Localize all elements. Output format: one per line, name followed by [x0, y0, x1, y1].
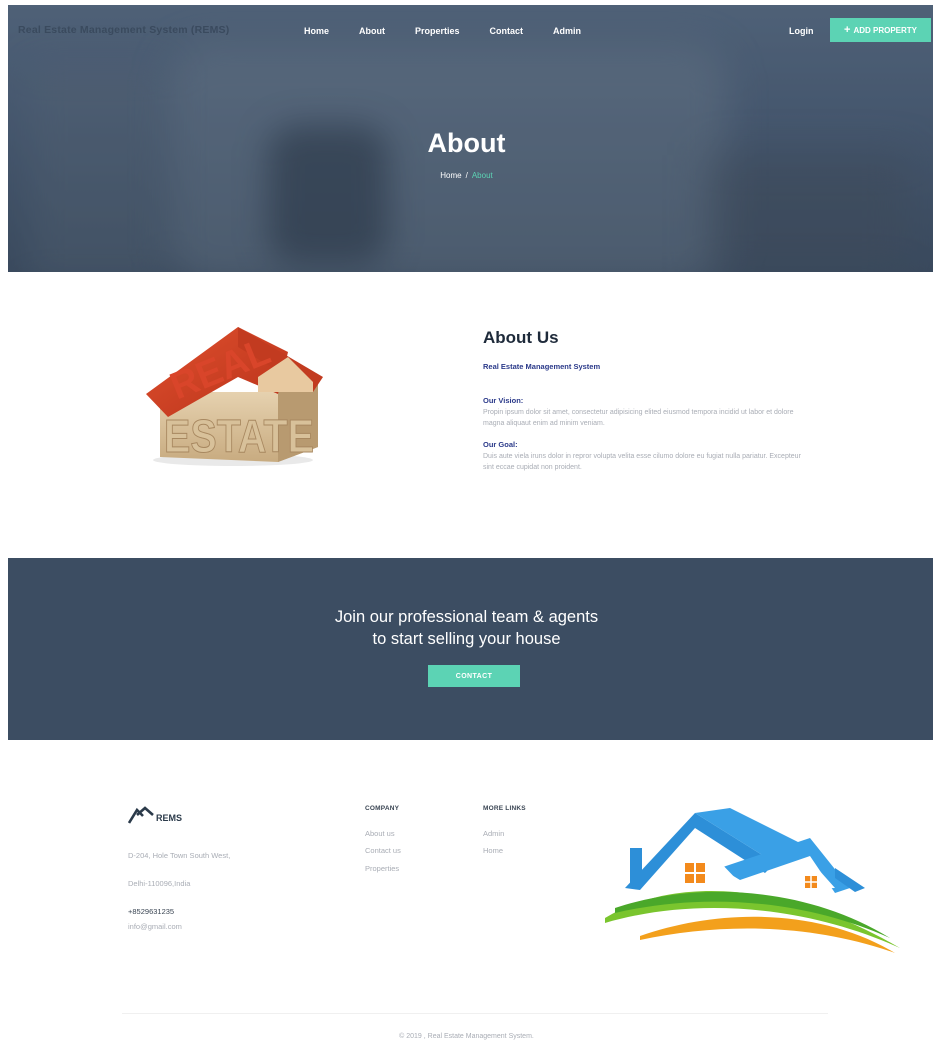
phone-number: +8529631235: [128, 907, 175, 916]
footer-link-home[interactable]: Home: [483, 846, 503, 855]
house-logo-image: [605, 808, 900, 953]
footer-divider: [122, 1013, 828, 1014]
roof-logo-icon: [128, 806, 154, 824]
top-navbar: Real Estate Management System (REMS) Hom…: [8, 5, 933, 57]
breadcrumb-current: About: [471, 171, 493, 180]
goal-label: Our Goal:: [483, 440, 518, 449]
contact-button[interactable]: CONTACT: [428, 665, 520, 687]
vision-label: Our Vision:: [483, 396, 524, 405]
page-title: About: [427, 128, 506, 158]
add-property-button[interactable]: + ADD PROPERTY: [830, 18, 931, 42]
nav-link-home[interactable]: Home: [304, 26, 329, 36]
nav-link-about[interactable]: About: [359, 26, 385, 36]
real-estate-image: REAL ESTATE: [146, 327, 323, 466]
copyright-text: © 2019 , Real Estate Management System.: [399, 1033, 534, 1040]
footer-link-properties[interactable]: Properties: [365, 864, 399, 873]
nav-link-properties[interactable]: Properties: [415, 26, 460, 36]
add-property-label: ADD PROPERTY: [853, 25, 917, 35]
login-link[interactable]: Login: [789, 26, 814, 36]
footer-logo[interactable]: REMS: [128, 806, 182, 824]
estate-text: ESTATE: [164, 410, 314, 462]
cta-line-1: Join our professional team & agents: [334, 608, 599, 626]
footer-link-contact[interactable]: Contact us: [365, 846, 401, 855]
brand-title[interactable]: Real Estate Management System (REMS): [18, 24, 229, 36]
cta-heading: Join our professional team & agents to s…: [0, 606, 933, 650]
cta-line-2: to start selling your house: [372, 630, 561, 648]
logo-text: REMS: [156, 813, 183, 823]
address-line-1: D-204, Hole Town South West,: [128, 851, 231, 860]
breadcrumb-separator: /: [465, 171, 468, 180]
footer-link-about[interactable]: About us: [365, 829, 395, 838]
more-links-heading: MORE LINKS: [483, 805, 526, 812]
address-line-2: Delhi-110096,India: [128, 879, 191, 888]
plus-icon: +: [844, 23, 851, 36]
footer-link-admin[interactable]: Admin: [483, 829, 504, 838]
breadcrumb-home[interactable]: Home: [440, 171, 461, 180]
goal-text: Duis aute viela iruns dolor in repror vo…: [483, 453, 801, 471]
nav-link-contact[interactable]: Contact: [490, 26, 524, 36]
email-address[interactable]: info@gmail.com: [128, 922, 182, 931]
about-subtitle: Real Estate Management System: [483, 362, 601, 371]
company-heading: COMPANY: [365, 805, 400, 812]
nav-link-admin[interactable]: Admin: [553, 26, 581, 36]
vision-text: Propin ipsum dolor sit amet, consectetur…: [483, 409, 794, 427]
breadcrumb: Home / About: [0, 171, 933, 180]
about-us-heading: About Us: [483, 328, 559, 347]
nav-links: Home About Properties Contact Admin: [304, 26, 611, 36]
